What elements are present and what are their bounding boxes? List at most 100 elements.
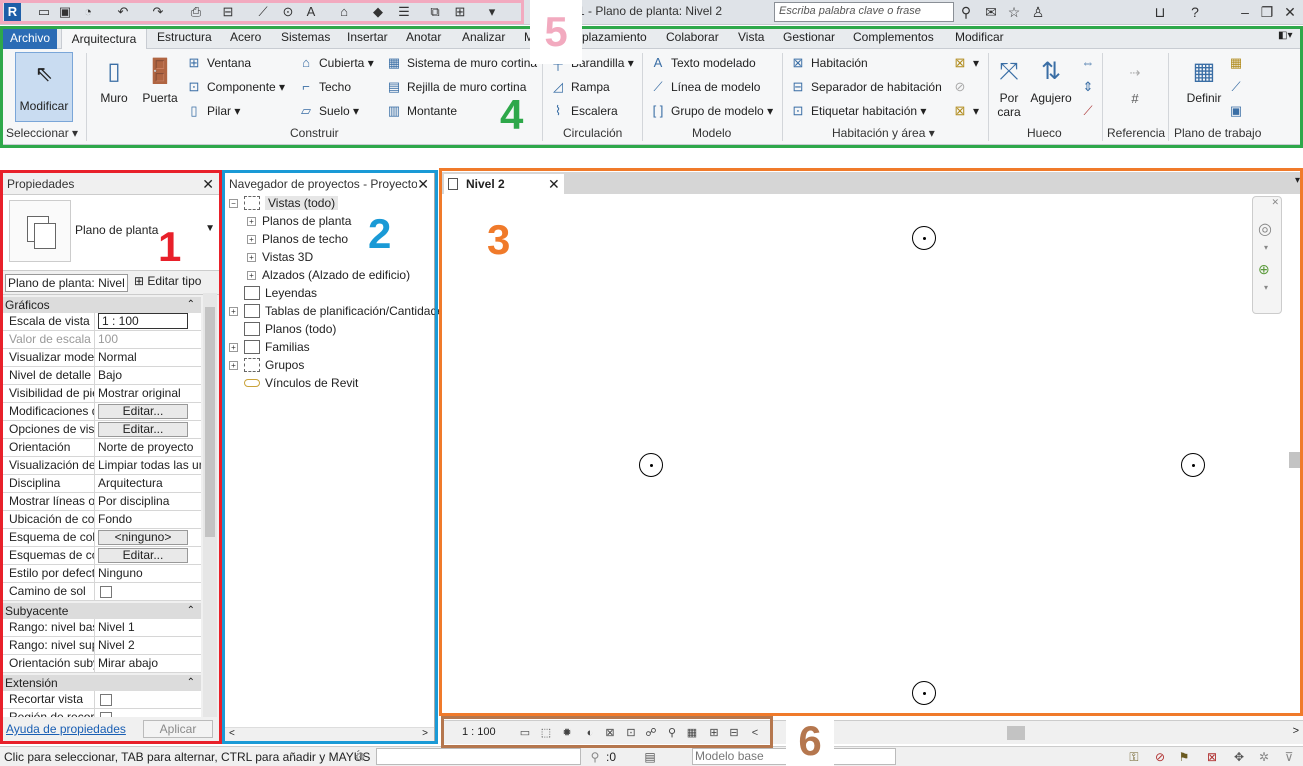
viewer-icon[interactable]: ▣	[1228, 103, 1249, 119]
tab-insertar[interactable]: Insertar	[347, 30, 388, 44]
binoculars-icon[interactable]: ⚲	[957, 3, 975, 21]
chevron-down-icon[interactable]: ▼	[205, 223, 215, 234]
tab-menu-icon[interactable]: ▾	[1295, 175, 1300, 186]
tree-item-families[interactable]: + Familias	[229, 340, 310, 354]
tree-item-3d-views[interactable]: + Vistas 3D	[247, 250, 313, 264]
expand-icon[interactable]: +	[247, 270, 256, 280]
sun-path-icon[interactable]: ✹	[560, 726, 574, 740]
expand-icon[interactable]: +	[247, 234, 256, 244]
chevron-down-icon[interactable]: ▾	[1264, 243, 1268, 252]
tree-item-vistas[interactable]: − Vistas (todo)	[229, 196, 339, 210]
constraints-icon[interactable]: ⊟	[727, 726, 741, 740]
collapse-icon[interactable]: −	[229, 198, 238, 208]
close-window-icon[interactable]: ✕	[1281, 3, 1299, 21]
property-edit-button[interactable]: Editar...	[98, 548, 188, 563]
worksets-icon[interactable]: ⚙	[352, 749, 368, 765]
help-icon[interactable]: ?	[1186, 3, 1204, 21]
property-checkbox[interactable]	[100, 586, 112, 598]
redo-icon[interactable]: ↷	[150, 4, 166, 20]
select-underlay-icon[interactable]: ⊘	[1152, 749, 1168, 765]
property-value[interactable]: Editar...	[95, 421, 201, 438]
user-icon[interactable]: ♙	[1029, 3, 1047, 21]
mullion-button[interactable]: ▥ Montante	[386, 103, 457, 119]
property-value[interactable]: Mirar abajo	[95, 655, 201, 672]
scroll-right-icon[interactable]: >	[422, 728, 428, 739]
select-by-face-icon[interactable]: ⊠	[1204, 749, 1220, 765]
edit-type-button[interactable]: ⊞ Editar tipo	[134, 274, 201, 288]
tag-room-button[interactable]: ⊡ Etiquetar habitación ▾	[790, 103, 927, 119]
customize-qat-icon[interactable]: ▾	[484, 4, 500, 20]
show-workplane-icon[interactable]: ▦	[1228, 55, 1249, 71]
tab-archivo[interactable]: Archivo	[3, 27, 57, 49]
tab-modificar[interactable]: Modificar	[955, 30, 1004, 44]
model-line-button[interactable]: ⟋ Línea de modelo	[650, 79, 760, 95]
scroll-left-icon[interactable]: <	[229, 728, 235, 739]
tab-arquitectura[interactable]: Arquitectura	[61, 27, 147, 50]
grid-icon[interactable]: #	[1127, 91, 1148, 107]
expand-icon[interactable]: +	[229, 360, 238, 370]
text-icon[interactable]: A	[303, 4, 319, 20]
zoom-icon[interactable]: ⊕	[1258, 261, 1270, 278]
properties-help-link[interactable]: Ayuda de propiedades	[6, 722, 126, 736]
instance-filter-select[interactable]: Plano de planta: Nivel 2	[5, 274, 128, 292]
scroll-right-icon[interactable]: >	[1293, 725, 1299, 737]
property-value[interactable]: Normal	[95, 349, 201, 366]
design-options-icon[interactable]: ▤	[642, 749, 658, 765]
dimension-icon[interactable]: ⟋	[255, 4, 271, 20]
reveal-hidden-icon[interactable]: ⚲	[665, 726, 679, 740]
property-value[interactable]: Limpiar todas las uniones	[95, 457, 201, 474]
ceiling-button[interactable]: ⌐ Techo	[298, 79, 351, 95]
select-pinned-icon[interactable]: ⚑	[1176, 749, 1192, 765]
tree-item-revit-links[interactable]: Vínculos de Revit	[244, 376, 358, 390]
ref-plane-icon[interactable]: ⟋	[1228, 79, 1249, 95]
property-value[interactable]: 100	[95, 331, 201, 348]
save-icon[interactable]: ▣	[57, 4, 73, 20]
view-tab[interactable]: Nivel 2 ✕	[444, 174, 564, 194]
tree-item-elevations[interactable]: + Alzados (Alzado de edificio)	[247, 268, 410, 282]
close-icon[interactable]: ✕	[417, 173, 429, 195]
section-icon[interactable]: ◆	[370, 4, 386, 20]
property-edit-button[interactable]: Editar...	[98, 422, 188, 437]
close-icon[interactable]: ✕	[1271, 197, 1279, 208]
favorites-star-icon[interactable]: ☆	[1005, 3, 1023, 21]
open-icon[interactable]: ▭	[36, 4, 52, 20]
property-group-header[interactable]: Gráficos ⌃	[3, 297, 201, 313]
property-checkbox[interactable]	[100, 694, 112, 706]
scroll-left-icon[interactable]: <	[748, 726, 762, 740]
select-links-icon[interactable]: ⚿	[1126, 749, 1142, 765]
browser-scrollbar[interactable]: < >	[225, 727, 434, 741]
show-crop-icon[interactable]: ⊡	[624, 726, 638, 740]
elevation-marker-south[interactable]	[912, 681, 936, 705]
window-button[interactable]: ⊞ Ventana	[186, 55, 252, 71]
property-group-header[interactable]: Subyacente ⌃	[3, 603, 201, 619]
drawing-area[interactable]: Nivel 2 ✕ ▾ ✕ ◎ ▾ ⊕ ▾ 1 : 100 ▭ ⬚ ✹ ◐ ⊠ …	[441, 172, 1303, 744]
room-button[interactable]: ⊠ Habitación	[790, 55, 868, 71]
modify-button[interactable]: ⇖ Modificar	[15, 52, 73, 122]
background-processes-icon[interactable]: ✲	[1256, 749, 1272, 765]
property-value[interactable]: Norte de proyecto	[95, 439, 201, 456]
dormer-icon[interactable]: ⟋	[1080, 103, 1101, 119]
property-value[interactable]: Arquitectura	[95, 475, 201, 492]
tab-anotar[interactable]: Anotar	[406, 30, 441, 44]
area-boundary-button[interactable]: ⊘	[952, 79, 973, 95]
roof-button[interactable]: ⌂ Cubierta ▾	[298, 55, 374, 71]
property-value[interactable]: Nivel 1	[95, 619, 201, 636]
close-icon[interactable]: ✕	[202, 173, 214, 195]
property-value[interactable]	[95, 691, 201, 708]
property-value[interactable]: Editar...	[95, 547, 201, 564]
cart-icon[interactable]: ⊔	[1151, 3, 1169, 21]
property-value[interactable]: Editar...	[95, 403, 201, 420]
door-button[interactable]: 🚪 Puerta	[140, 57, 180, 105]
chevron-down-icon[interactable]: ▾	[1264, 283, 1268, 292]
property-value[interactable]: Mostrar original	[95, 385, 201, 402]
property-value[interactable]	[95, 583, 201, 600]
revit-logo-icon[interactable]: R	[4, 3, 21, 21]
filter-icon[interactable]: ⊽	[1281, 749, 1297, 765]
area-button[interactable]: ⊠ ▾	[952, 55, 979, 71]
elevation-marker-east[interactable]	[1181, 453, 1205, 477]
property-value[interactable]: Fondo	[95, 511, 201, 528]
property-value[interactable]: Por disciplina	[95, 493, 201, 510]
detail-level-icon[interactable]: ▭	[518, 726, 532, 740]
vertical-opening-icon[interactable]: ⇕	[1080, 79, 1101, 95]
property-value[interactable]: 1 : 100	[95, 313, 201, 330]
